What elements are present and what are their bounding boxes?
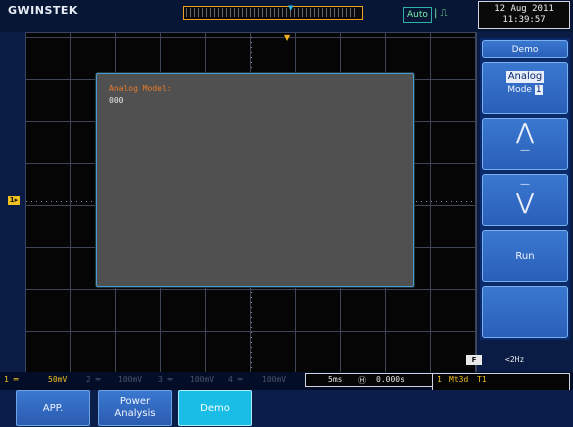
app-button[interactable]: APP.: [16, 390, 90, 426]
trigger-mode-badge: Auto: [403, 7, 432, 23]
top-status-bar: GWINSTEK ▼ Auto | ⎍ 12 Aug 2011 11:39:57: [0, 0, 573, 32]
ch2-scale: 100mV: [118, 375, 143, 384]
dialog-title: Analog Model:: [109, 84, 172, 93]
trigger-channel-icon: 1: [437, 375, 442, 384]
bottom-menu: APP. Power Analysis Demo: [0, 390, 573, 427]
ch3-scale: 100mV: [190, 375, 215, 384]
demo-button[interactable]: Demo: [178, 390, 252, 426]
channel1-marker-icon[interactable]: 1▸: [8, 196, 20, 205]
up-arrow-button[interactable]: ⋀ —: [482, 118, 568, 170]
timebase-value: 5ms: [328, 375, 343, 384]
analog-mode-value-row: Mode 1: [483, 85, 567, 95]
analog-mode-sublabel: Mode: [507, 85, 532, 95]
demo-dialog: Analog Model: 000: [96, 73, 414, 287]
timebase-box: 5ms Ⓗ 0.000s: [305, 373, 433, 387]
frequency-readout: <2Hz: [505, 355, 525, 364]
side-menu: Demo Analog Mode 1 ⋀ — — ⋁ Run: [480, 38, 570, 340]
trigger-edge-icon: | ⎍: [434, 8, 448, 19]
side-menu-title: Demo: [482, 40, 568, 58]
brand-logo: GWINSTEK: [8, 4, 78, 17]
down-arrow-button[interactable]: — ⋁: [482, 174, 568, 226]
oscilloscope-screen: GWINSTEK ▼ Auto | ⎍ 12 Aug 2011 11:39:57…: [0, 0, 573, 427]
date-text: 12 Aug 2011: [494, 4, 554, 14]
trigger-type: Mt3d: [449, 375, 469, 384]
run-button[interactable]: Run: [482, 230, 568, 282]
ch2-label: 2 ═: [86, 375, 101, 384]
empty-menu-button[interactable]: [482, 286, 568, 338]
time-text: 11:39:57: [502, 15, 546, 25]
up-dash-icon: —: [520, 145, 530, 156]
up-arrow-icon: ⋀: [515, 120, 535, 145]
trigger-position-icon: ▼: [288, 4, 294, 12]
ch1-label: 1 ═: [4, 375, 19, 384]
trigger-source: T1: [477, 375, 487, 384]
down-arrow-icon: ⋁: [515, 190, 535, 215]
memory-bar: [183, 6, 363, 20]
ch3-label: 3 ═: [158, 375, 173, 384]
position-value: 0.000s: [376, 375, 405, 384]
power-analysis-button[interactable]: Power Analysis: [98, 390, 172, 426]
power-analysis-line1: Power: [119, 396, 151, 407]
ch1-scale: 50mV: [48, 375, 68, 384]
position-icon: Ⓗ: [358, 376, 366, 385]
down-dash-icon: —: [520, 179, 530, 190]
ch4-scale: 100mV: [262, 375, 287, 384]
memory-waveform: [186, 8, 358, 17]
analog-mode-label: Analog: [505, 71, 545, 83]
datetime-display: 12 Aug 2011 11:39:57: [478, 1, 570, 29]
trigger-marker-icon: ▼: [284, 33, 291, 42]
power-analysis-line2: Analysis: [114, 408, 156, 419]
frequency-icon: F: [466, 355, 482, 365]
ch4-label: 4 ═: [228, 375, 243, 384]
dialog-value: 000: [109, 96, 124, 105]
analog-mode-value: 1: [534, 85, 543, 95]
analog-mode-button[interactable]: Analog Mode 1: [482, 62, 568, 114]
